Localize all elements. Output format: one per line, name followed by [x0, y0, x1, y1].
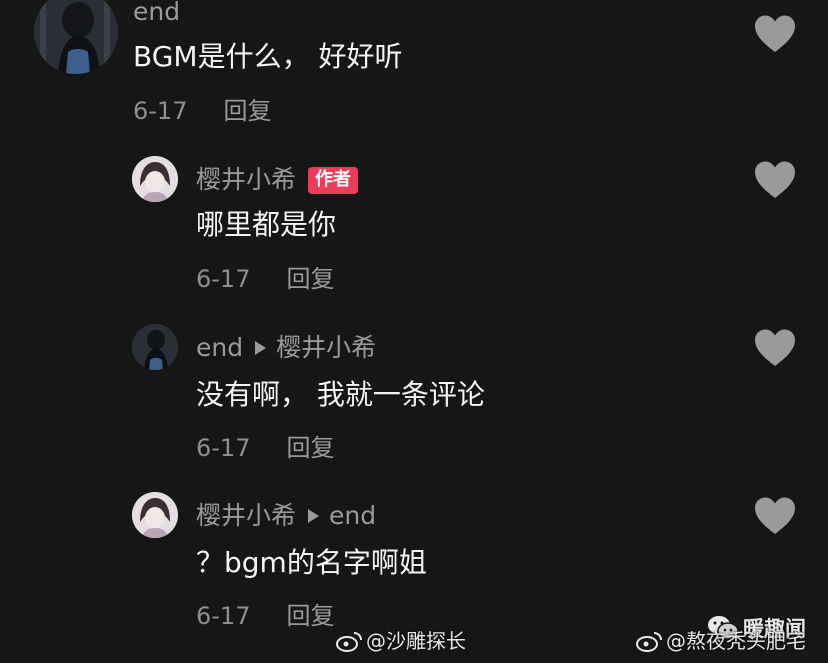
reply-button[interactable]: 回复 — [286, 265, 334, 293]
reply-arrow-icon — [255, 341, 267, 355]
avatar-light-girl-icon — [132, 156, 178, 202]
comment-date: 6-17 — [196, 434, 251, 462]
heart-icon[interactable] — [753, 14, 797, 54]
comment-username[interactable]: 樱井小希 作者 — [196, 165, 359, 195]
avatar[interactable] — [132, 156, 178, 202]
username-text[interactable]: 樱井小希 — [196, 165, 296, 194]
avatar[interactable] — [132, 492, 178, 538]
comment-date: 6-17 — [196, 602, 251, 630]
weibo-watermark-left: @沙雕探长 — [336, 628, 466, 654]
comment-meta: 6-17 回复 — [196, 433, 334, 463]
watermark-text: @熬夜秃头肥宅 — [666, 629, 806, 653]
weibo-icon — [636, 630, 662, 652]
heart-icon[interactable] — [753, 328, 797, 368]
comment-text: 没有啊， 我就一条评论 — [196, 378, 485, 411]
username-text[interactable]: end — [133, 0, 180, 26]
reply-button[interactable]: 回复 — [286, 434, 334, 462]
reply-to-username[interactable]: 樱井小希 — [276, 333, 376, 362]
heart-icon[interactable] — [753, 496, 797, 536]
username-text[interactable]: 樱井小希 — [196, 501, 296, 530]
avatar[interactable] — [34, 0, 118, 74]
comment-meta: 6-17 回复 — [196, 601, 334, 631]
avatar-dark-girl-icon — [132, 324, 178, 370]
weibo-watermark-right: @熬夜秃头肥宅 — [636, 628, 806, 654]
comment-text: 哪里都是你 — [196, 208, 337, 241]
author-badge: 作者 — [308, 167, 359, 194]
comment-text: BGM是什么， 好好听 — [133, 40, 403, 73]
reply-to-username[interactable]: end — [329, 501, 376, 530]
comment-meta: 6-17 回复 — [133, 96, 271, 126]
comment-meta: 6-17 回复 — [196, 264, 334, 294]
comment-date: 6-17 — [196, 265, 251, 293]
reply-button[interactable]: 回复 — [223, 97, 271, 125]
comment-date: 6-17 — [133, 97, 188, 125]
watermark-text: @沙雕探长 — [366, 629, 466, 653]
reply-button[interactable]: 回复 — [286, 602, 334, 630]
avatar-light-girl-icon — [132, 492, 178, 538]
comment-username[interactable]: end 樱井小希 — [196, 333, 376, 363]
heart-icon[interactable] — [753, 160, 797, 200]
comment-text: ？bgm的名字啊姐 — [196, 546, 427, 579]
reply-arrow-icon — [308, 509, 320, 523]
comment-username[interactable]: 樱井小希 end — [196, 501, 376, 531]
comment-username[interactable]: end — [133, 0, 180, 27]
avatar-dark-girl-icon — [34, 0, 118, 74]
username-text[interactable]: end — [196, 333, 243, 362]
weibo-icon — [336, 630, 362, 652]
avatar[interactable] — [132, 324, 178, 370]
